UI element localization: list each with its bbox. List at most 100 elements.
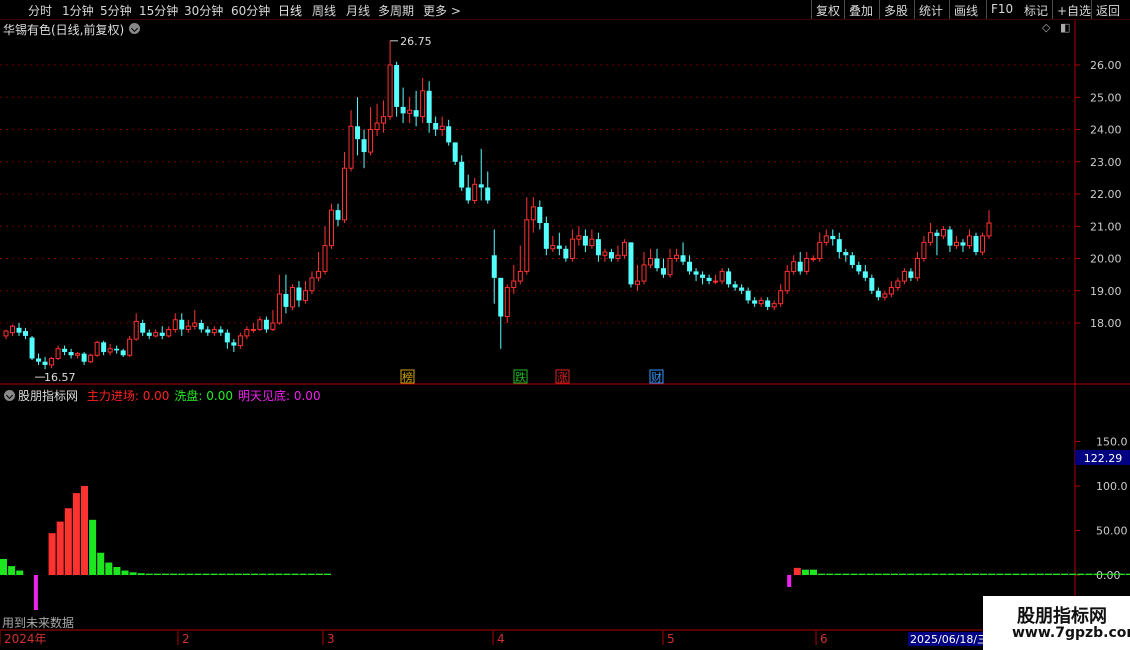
candle-body: [465, 187, 471, 201]
wash-bar: [972, 573, 979, 575]
candle-body: [980, 235, 985, 253]
candle-body: [218, 329, 224, 333]
candle-body: [752, 300, 758, 304]
candle-body: [595, 239, 601, 256]
wash-bar: [243, 573, 250, 575]
wash-bar: [810, 569, 817, 575]
candle-body: [185, 325, 191, 330]
event-marker-0: 榜: [402, 370, 413, 384]
candle-body: [791, 261, 797, 272]
candle-body: [81, 353, 87, 362]
candle-body: [101, 342, 107, 353]
wash-bar: [1101, 573, 1109, 575]
candle-body: [133, 320, 139, 340]
candle-body: [810, 258, 816, 260]
wash-bar: [0, 558, 7, 575]
wash-bar: [801, 569, 809, 575]
wash-bar: [866, 573, 874, 575]
wash-bar: [194, 573, 202, 575]
candle-body: [342, 167, 348, 221]
wash-bar: [315, 573, 323, 575]
wash-bar: [988, 573, 996, 575]
wash-bar: [186, 573, 194, 575]
candle-body: [550, 245, 556, 250]
wash-bar: [955, 573, 963, 575]
candle-body: [394, 65, 400, 107]
candle-body: [947, 229, 953, 246]
candle-body: [856, 264, 862, 272]
candle-body: [420, 90, 426, 118]
wash-bar: [1077, 573, 1085, 575]
candle-body: [654, 258, 660, 269]
wash-bar: [113, 566, 121, 575]
date-box-label: 2025/06/18/三: [910, 633, 988, 646]
candle-body: [491, 255, 497, 278]
time-label-5: 6: [820, 632, 828, 646]
candle-body: [211, 328, 217, 334]
candle-body: [706, 277, 712, 282]
candle-body: [569, 238, 575, 259]
wash-bar: [826, 573, 834, 575]
candle-body: [647, 258, 653, 266]
candle-body: [778, 290, 784, 305]
wash-bar: [1004, 573, 1012, 575]
candle-body: [739, 287, 745, 291]
candle-body: [634, 280, 640, 285]
event-marker-1: 跌: [515, 370, 526, 384]
wash-bar: [283, 573, 291, 575]
candle-body: [700, 274, 706, 278]
wash-bar: [105, 562, 113, 575]
high-price-label: 26.75: [400, 35, 432, 48]
main-force-bar: [48, 533, 56, 575]
wash-bar: [931, 573, 939, 575]
wash-bar: [137, 573, 145, 575]
candle-body: [452, 142, 458, 162]
candle-body: [387, 64, 393, 118]
candle-body: [556, 245, 562, 249]
candle-body: [836, 239, 842, 253]
time-label-1: 2: [182, 632, 190, 646]
wash-bar: [1109, 573, 1117, 575]
wash-bar: [178, 573, 186, 575]
wash-bar: [170, 573, 178, 575]
candle-body: [921, 241, 927, 259]
candle-body: [198, 323, 204, 330]
wash-bar: [907, 573, 915, 575]
wash-bar: [882, 573, 890, 575]
candle-body: [687, 261, 693, 272]
kline-chart[interactable]: 26.0025.0024.0023.0022.0021.0020.0019.00…: [0, 0, 1130, 650]
wash-bar: [939, 573, 947, 575]
candle-body: [62, 348, 68, 353]
main-force-bar: [56, 521, 64, 575]
wash-bar: [818, 573, 826, 575]
watermark-url: www.7gpzb.com: [1012, 625, 1130, 641]
indicator-tick-label: 150.0: [1096, 436, 1128, 449]
wash-bar: [1125, 573, 1130, 575]
indicator-tick-label: 100.0: [1096, 480, 1128, 493]
candle-body: [88, 354, 94, 363]
candle-body: [368, 129, 374, 153]
candle-body: [745, 290, 751, 301]
price-tick-label: 25.00: [1090, 91, 1122, 104]
candle-body: [862, 271, 868, 278]
event-marker-2: 涨: [557, 371, 568, 384]
main-force-bar: [793, 567, 801, 575]
candle-body: [283, 293, 289, 307]
time-label-2: 3: [327, 632, 335, 646]
price-tick-label: 21.00: [1090, 220, 1122, 233]
wash-bar: [299, 573, 307, 575]
wash-bar: [226, 573, 234, 575]
wash-bar: [307, 573, 315, 575]
wash-bar: [874, 573, 882, 575]
candle-body: [726, 271, 732, 285]
price-tick-label: 24.00: [1090, 124, 1122, 137]
candle-body: [107, 348, 113, 353]
wash-bar: [1093, 573, 1101, 575]
candle-body: [224, 332, 230, 343]
candle-body: [231, 342, 237, 346]
wash-bar: [834, 573, 842, 575]
candle-body: [608, 252, 614, 259]
candle-body: [68, 352, 74, 356]
candle-body: [940, 228, 946, 237]
candle-body: [960, 242, 966, 246]
